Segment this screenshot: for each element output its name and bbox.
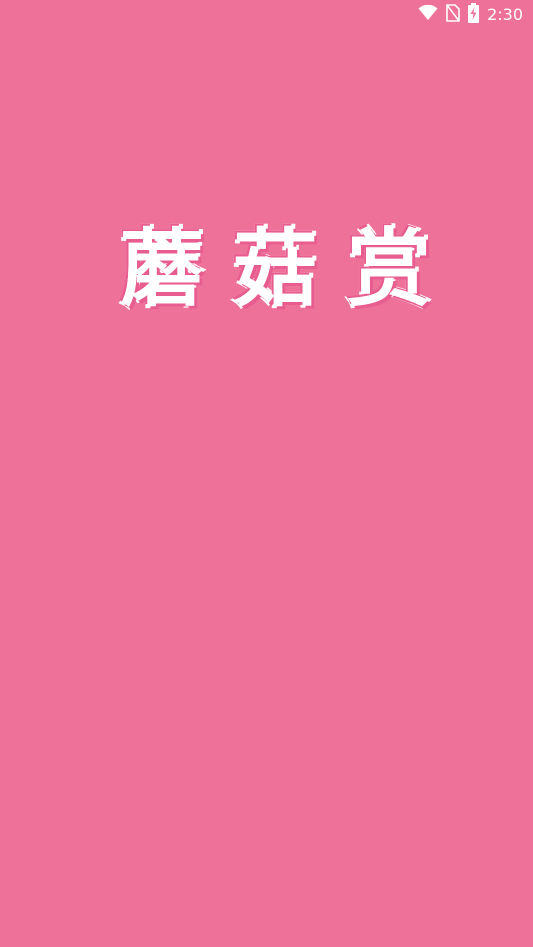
status-icons: 2:30 <box>418 3 523 27</box>
app-logo: 蘑 菇 赏 <box>113 217 438 320</box>
logo-char-2: 菇 <box>231 218 319 320</box>
battery-charging-icon <box>468 3 480 27</box>
no-sim-icon <box>446 4 460 26</box>
logo-char-1: 蘑 <box>118 218 206 320</box>
status-bar: 2:30 <box>0 0 533 30</box>
wifi-icon <box>418 4 438 25</box>
splash-screen: 2:30 蘑 菇 赏 <box>0 0 533 947</box>
status-time: 2:30 <box>487 5 523 24</box>
logo-char-3: 赏 <box>345 218 433 320</box>
